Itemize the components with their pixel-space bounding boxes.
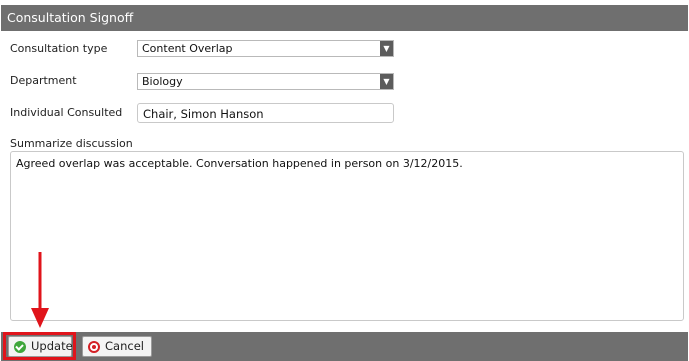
dialog-title-bar: Consultation Signoff <box>1 5 688 31</box>
dropdown-arrow-icon[interactable]: ▼ <box>380 74 393 89</box>
individual-consulted-input[interactable]: Chair, Simon Hanson <box>137 103 394 123</box>
cancel-button-label: Cancel <box>105 339 144 353</box>
individual-consulted-value: Chair, Simon Hanson <box>143 107 264 121</box>
cancel-button[interactable]: Cancel <box>82 336 152 357</box>
annotation-arrow-icon <box>31 252 49 328</box>
department-value: Biology <box>142 75 183 88</box>
department-select[interactable]: Biology ▼ <box>137 73 394 90</box>
consultation-type-value: Content Overlap <box>142 42 233 55</box>
dropdown-arrow-icon[interactable]: ▼ <box>380 41 393 56</box>
cancel-circle-icon <box>88 341 100 353</box>
consultation-type-label: Consultation type <box>10 42 108 55</box>
individual-consulted-label: Individual Consulted <box>10 106 123 119</box>
update-highlight-box <box>3 332 76 360</box>
consultation-type-select[interactable]: Content Overlap ▼ <box>137 40 394 57</box>
summarize-discussion-label: Summarize discussion <box>10 137 133 150</box>
summarize-discussion-value: Agreed overlap was acceptable. Conversat… <box>16 157 463 170</box>
dialog-title: Consultation Signoff <box>7 10 134 25</box>
summarize-discussion-textarea[interactable]: Agreed overlap was acceptable. Conversat… <box>10 151 684 321</box>
department-label: Department <box>10 74 77 87</box>
